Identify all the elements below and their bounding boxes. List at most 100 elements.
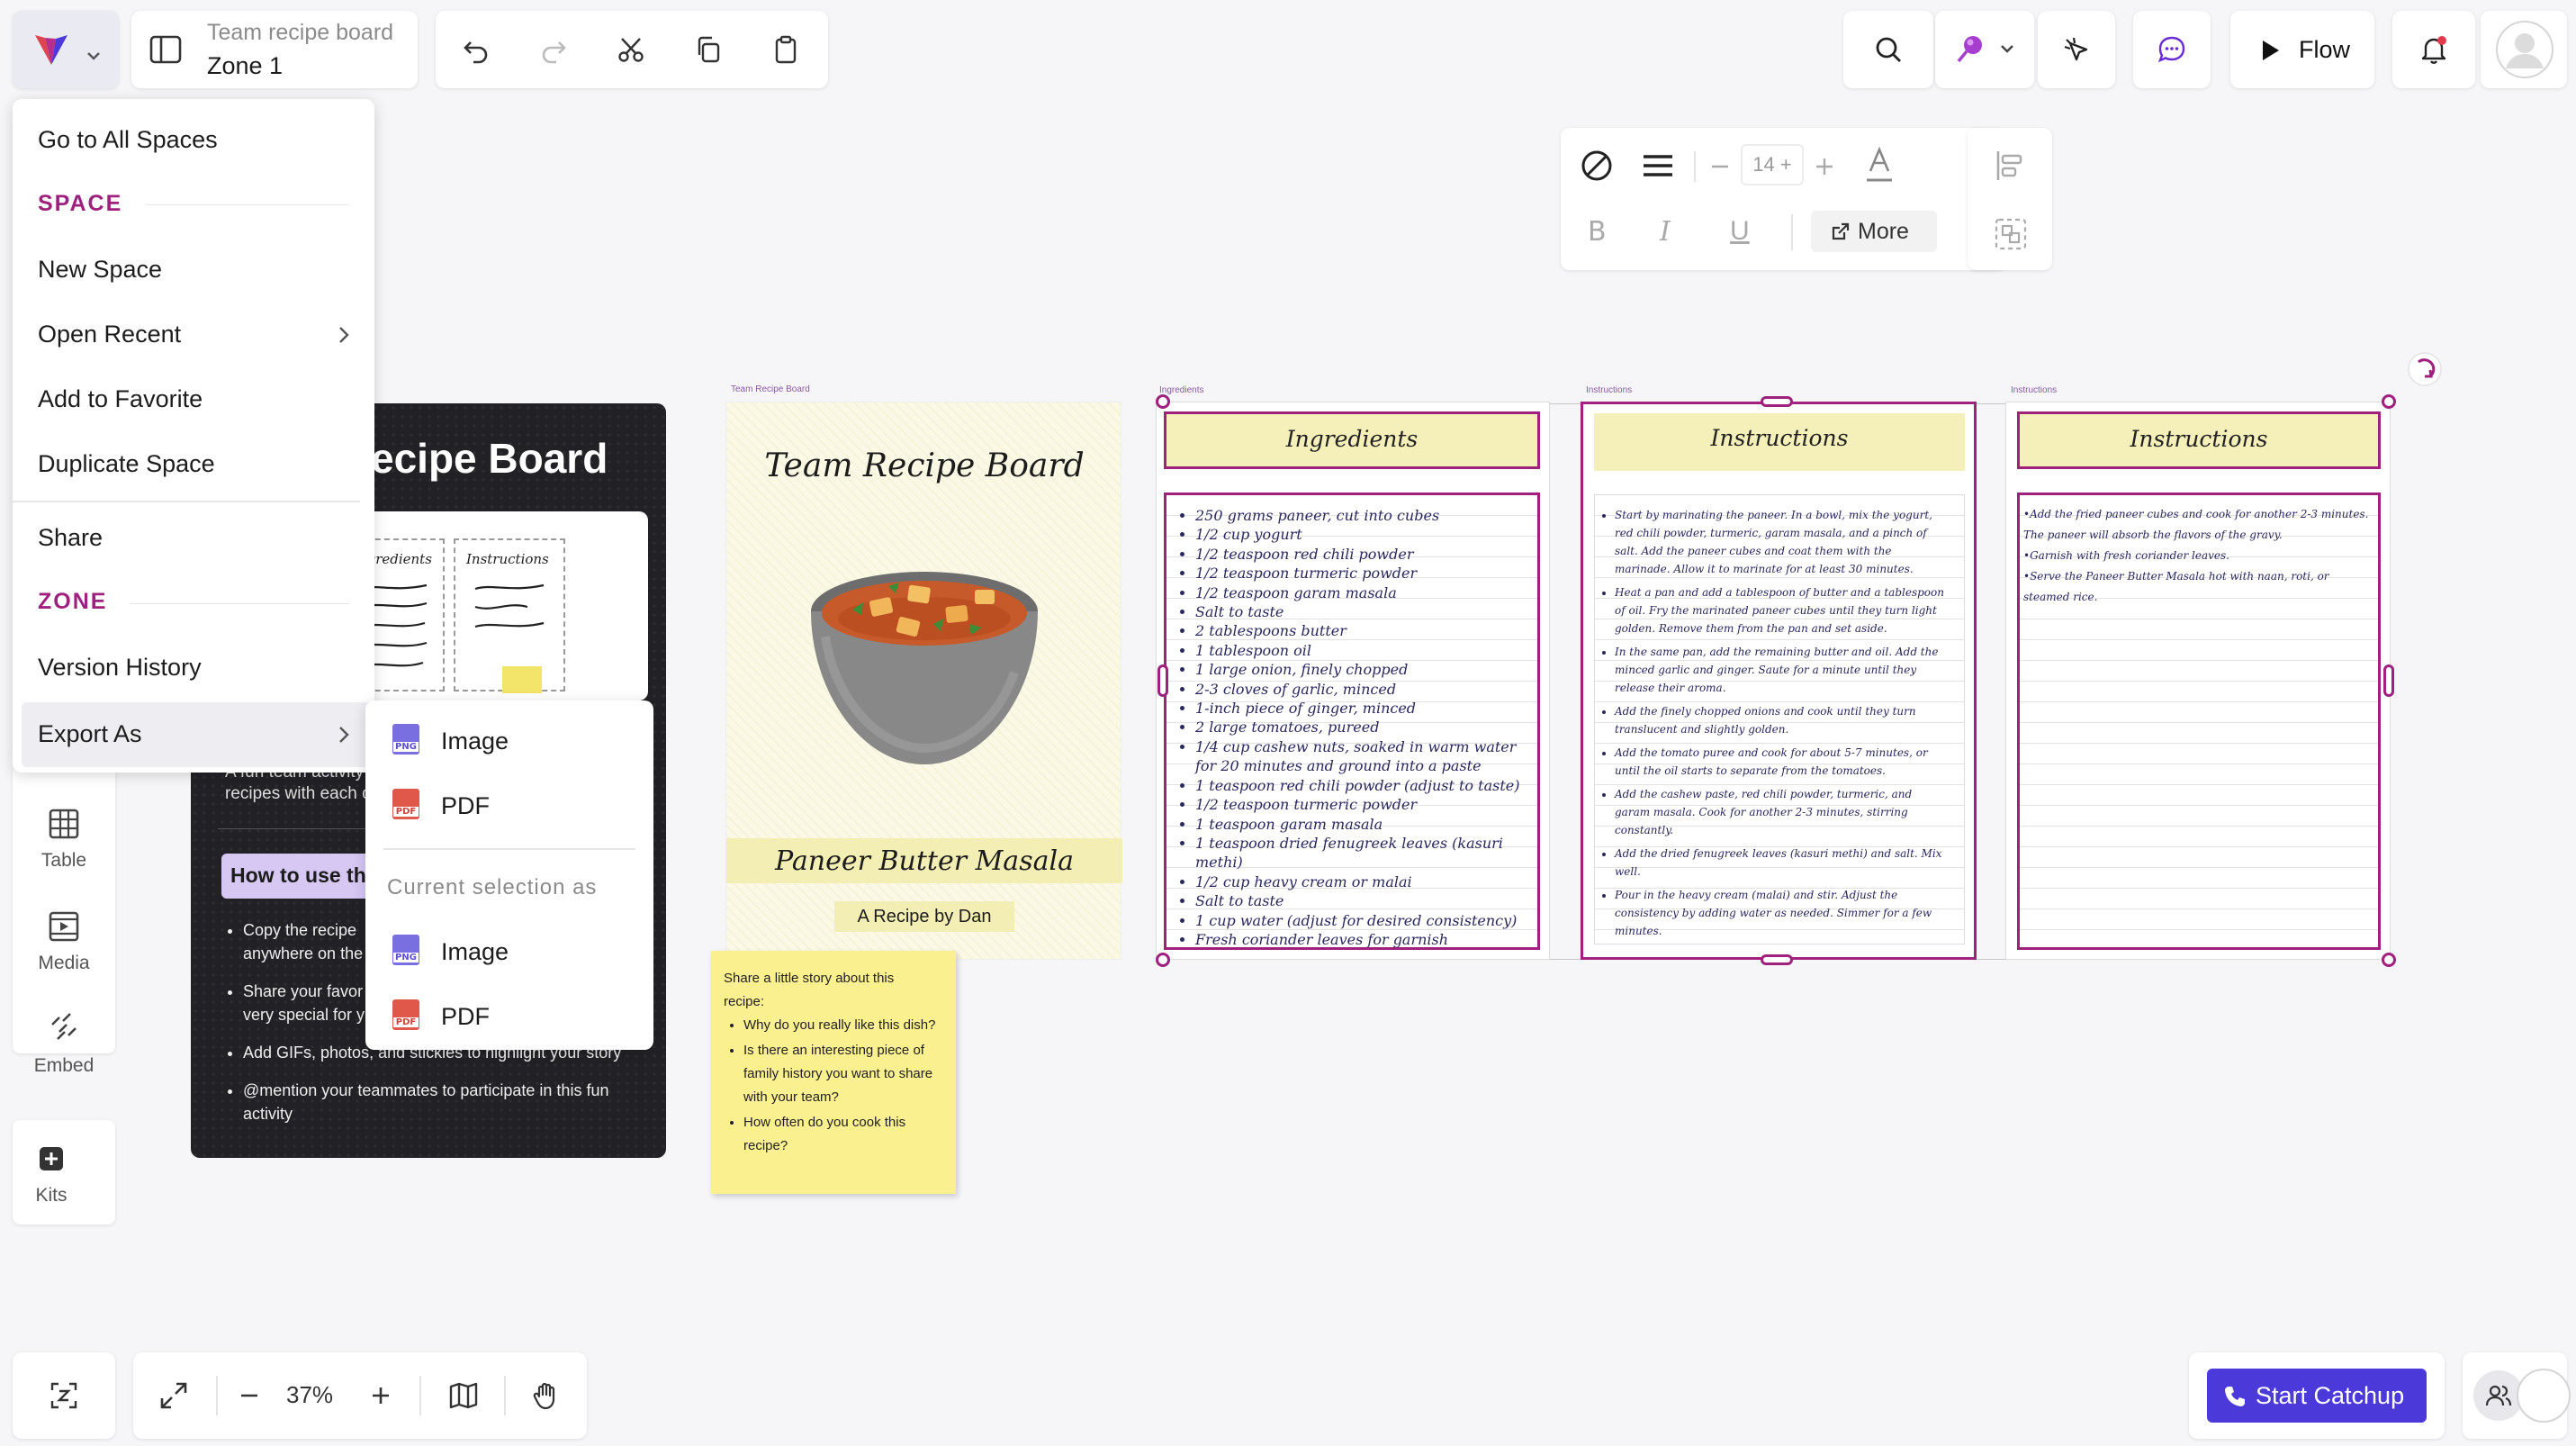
divider xyxy=(1791,214,1793,250)
text-color-icon[interactable] xyxy=(1861,144,1897,185)
resize-handle[interactable] xyxy=(2382,953,2396,967)
instructions-list: Start by marinating the paneer. In a bow… xyxy=(1595,495,1964,940)
more-button[interactable]: More xyxy=(1811,211,1937,252)
board-title: Team recipe board xyxy=(207,20,394,45)
menu-item-all-spaces[interactable]: Go to All Spaces xyxy=(38,126,218,154)
resize-handle[interactable] xyxy=(1157,664,1168,697)
flow-button[interactable]: Flow xyxy=(2230,11,2374,88)
media-tool[interactable]: Media xyxy=(13,909,115,974)
instruction-step: Pour in the heavy cream (malai) and stir… xyxy=(1615,886,1950,940)
author-name: A Recipe by Dan xyxy=(857,907,992,926)
fullscreen-button[interactable] xyxy=(142,1364,205,1427)
selection-image-option[interactable]: PNG Image xyxy=(365,924,653,978)
ingredients-frame-label[interactable]: Ingredients xyxy=(1159,385,1203,395)
redo-icon xyxy=(542,41,566,64)
instructions-frame-label[interactable]: Instructions xyxy=(2011,385,2057,395)
search-button[interactable] xyxy=(1857,18,1920,81)
sticky-note[interactable]: Share a little story about this recipe: … xyxy=(711,951,956,1194)
recipe-title-card[interactable]: Team Recipe Board Paneer Butter Masala A… xyxy=(725,402,1122,960)
increase-font-icon[interactable] xyxy=(1813,155,1836,178)
chat-button[interactable] xyxy=(2140,18,2203,81)
resize-handle[interactable] xyxy=(2382,394,2396,409)
menu-item-share[interactable]: Share xyxy=(38,524,103,552)
font-size-value: 14 xyxy=(1752,153,1775,176)
recipe-frame-label[interactable]: Team Recipe Board xyxy=(731,384,810,394)
menu-item-export-as[interactable]: Export As xyxy=(22,702,374,767)
ingredients-panel[interactable]: Ingredients 250 grams paneer, cut into c… xyxy=(1156,402,1550,960)
menu-item-add-favorite[interactable]: Add to Favorite xyxy=(38,385,203,413)
menu-item-new-space[interactable]: New Space xyxy=(38,256,162,284)
export-pdf-option[interactable]: PDF PDF xyxy=(365,778,653,832)
resize-handle[interactable] xyxy=(2383,664,2394,697)
plus-icon xyxy=(373,1387,389,1404)
zoom-in-button[interactable] xyxy=(349,1364,412,1427)
copy-button[interactable] xyxy=(677,18,740,81)
map-button[interactable] xyxy=(432,1364,495,1427)
media-label: Media xyxy=(38,953,90,973)
redo-button[interactable] xyxy=(522,18,585,81)
cut-button[interactable] xyxy=(599,18,662,81)
png-badge: PNG xyxy=(393,953,419,962)
avatar-card[interactable] xyxy=(2481,11,2567,88)
notifications-button[interactable] xyxy=(2402,18,2465,81)
avatar[interactable] xyxy=(2517,1369,2571,1423)
no-fill-icon[interactable] xyxy=(1579,148,1615,184)
instructions-frame-label[interactable]: Instructions xyxy=(1586,385,1632,395)
media-icon xyxy=(49,911,79,942)
sidebar-toggle-icon[interactable] xyxy=(149,34,182,65)
rotate-icon[interactable] xyxy=(2407,351,2443,387)
resize-handle[interactable] xyxy=(1156,953,1170,967)
author-band: A Recipe by Dan xyxy=(834,901,1014,932)
presenter-mode-button[interactable] xyxy=(2045,18,2108,81)
embed-label: Embed xyxy=(33,1055,95,1076)
export-image-option[interactable]: PNG Image xyxy=(365,713,653,767)
start-catchup-button[interactable]: Start Catchup xyxy=(2207,1369,2427,1423)
undo-button[interactable] xyxy=(445,18,508,81)
font-size-input[interactable]: 14 + xyxy=(1741,144,1804,185)
zoom-level[interactable]: 37% xyxy=(286,1381,333,1409)
chevron-down-icon xyxy=(2001,45,2013,53)
fit-to-screen-button[interactable] xyxy=(32,1364,95,1427)
zoom-out-button[interactable] xyxy=(218,1364,281,1427)
dish-name: Paneer Butter Masala xyxy=(775,845,1074,877)
ingredient-item: 1 teaspoon garam masala xyxy=(1195,815,1537,834)
pin-menu-button[interactable] xyxy=(1948,27,2029,72)
copy-icon xyxy=(698,36,720,63)
table-label: Table xyxy=(41,850,87,871)
ingredient-item: 1/2 teaspoon turmeric powder xyxy=(1195,564,1537,583)
menu-heading-zone: ZONE xyxy=(38,589,108,614)
paste-button[interactable] xyxy=(754,18,817,81)
app-menu-button[interactable] xyxy=(13,11,119,88)
align-left-icon[interactable] xyxy=(1993,148,2029,184)
resize-handle[interactable] xyxy=(1761,396,1793,407)
menu-item-duplicate-space[interactable]: Duplicate Space xyxy=(38,450,215,478)
table-tool[interactable]: Table xyxy=(13,807,115,872)
undo-icon xyxy=(464,41,488,64)
instruction-step: •Garnish with fresh coriander leaves. xyxy=(2023,549,2229,562)
hand-tool-button[interactable] xyxy=(515,1364,578,1427)
resize-handle[interactable] xyxy=(1761,954,1793,965)
chevron-right-icon xyxy=(339,327,349,343)
bold-button[interactable]: B xyxy=(1588,216,1607,248)
italic-button[interactable]: I xyxy=(1660,216,1671,248)
embed-tool[interactable]: Embed xyxy=(13,1012,115,1077)
decrease-font-icon[interactable] xyxy=(1708,155,1732,178)
instruction-step: Add the dried fenugreek leaves (kasuri m… xyxy=(1615,845,1950,881)
board-title-card[interactable]: Team recipe board Zone 1 xyxy=(131,11,418,88)
selection-pdf-option[interactable]: PDF PDF xyxy=(365,989,653,1043)
instructions-panel-2[interactable]: Instructions •Add the fried paneer cubes… xyxy=(2005,402,2391,960)
kits-tool[interactable]: Kits xyxy=(13,1120,115,1225)
ingredient-item: Salt to taste xyxy=(1195,891,1537,910)
menu-item-open-recent[interactable]: Open Recent xyxy=(38,321,181,348)
pointer-cursor-icon xyxy=(2064,37,2088,61)
dark-card-desc-line2: recipes with each o xyxy=(225,784,372,803)
ingredient-item: Salt to taste xyxy=(1195,602,1537,621)
line-weight-icon[interactable] xyxy=(1640,149,1676,182)
group-icon[interactable] xyxy=(1993,216,2029,252)
notifications-card xyxy=(2392,11,2475,88)
underline-button[interactable]: U xyxy=(1730,216,1750,247)
resize-handle[interactable] xyxy=(1156,394,1170,409)
divider xyxy=(146,204,349,205)
instructions-panel-1[interactable]: Instructions Start by marinating the pan… xyxy=(1581,402,1977,960)
menu-item-version-history[interactable]: Version History xyxy=(38,654,202,682)
